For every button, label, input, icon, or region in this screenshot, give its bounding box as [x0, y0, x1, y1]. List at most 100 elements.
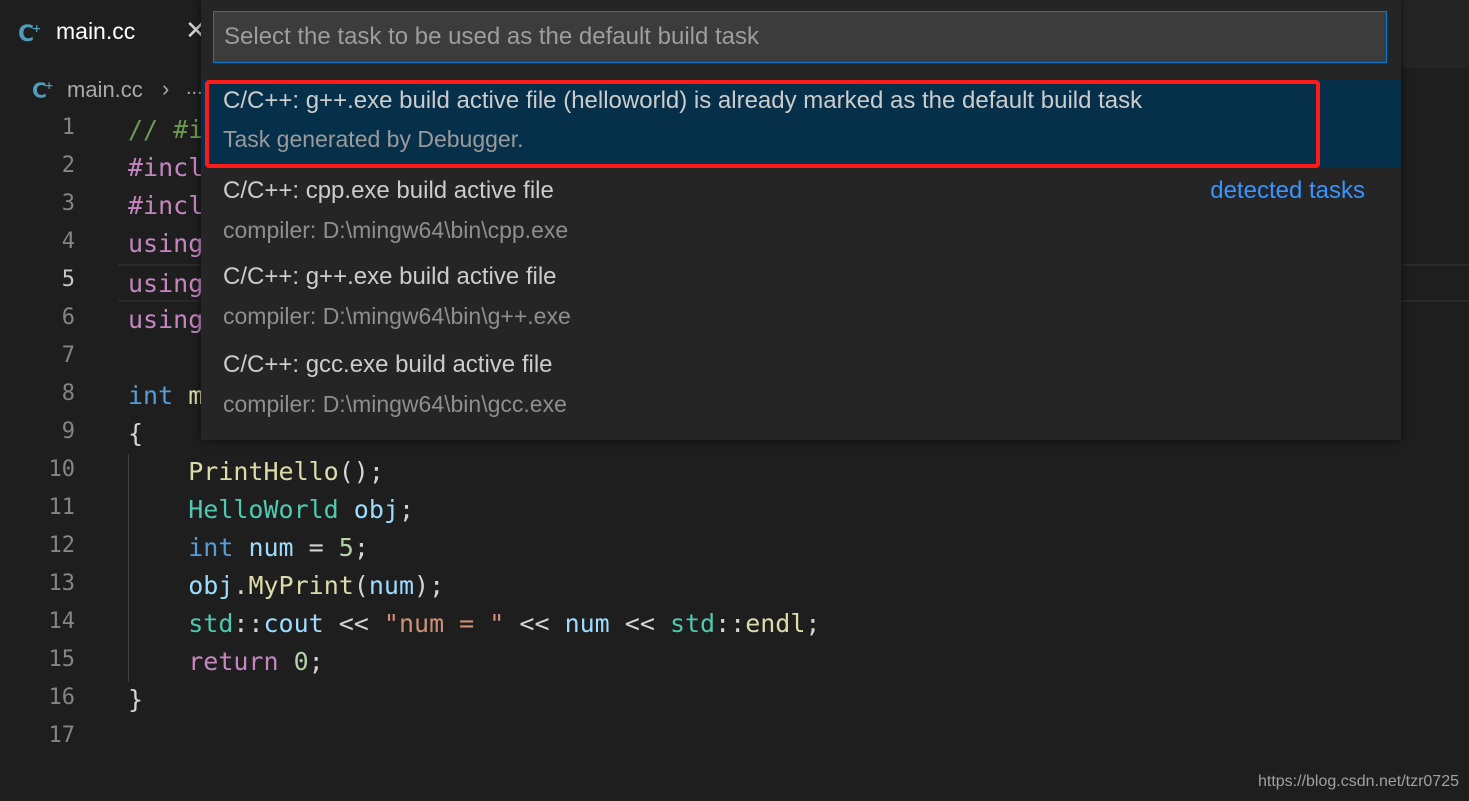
code-token: return	[188, 647, 279, 676]
code-token: std	[669, 609, 716, 638]
quick-pick-item[interactable]: C/C++: g++.exe build active file compiler…	[201, 257, 1401, 343]
code-text: {	[128, 419, 143, 448]
code-line[interactable]: 17	[0, 720, 1469, 758]
line-number: 14	[48, 609, 76, 634]
code-token: obj	[353, 495, 399, 524]
code-line[interactable]: 11 HelloWorld obj;	[0, 492, 1469, 530]
code-token: <<	[609, 609, 670, 638]
svg-text:+: +	[32, 22, 41, 35]
line-number: 17	[48, 723, 76, 748]
quick-pick-item-label: C/C++: g++.exe build active file	[223, 263, 557, 290]
code-token: ::	[715, 609, 746, 638]
code-token: ;	[353, 533, 369, 562]
code-token: using	[128, 229, 204, 258]
tab-main-cc[interactable]: C + main.cc ✕	[0, 0, 212, 68]
code-token: <<	[504, 609, 565, 638]
code-line-content: PrintHello();	[118, 454, 1469, 492]
quick-pick-item-label: C/C++: gcc.exe build active file	[223, 351, 553, 378]
line-number: 12	[48, 533, 76, 558]
code-line[interactable]: 16}	[0, 682, 1469, 720]
line-number: 16	[48, 685, 76, 710]
code-line-content: std::cout << "num = " << num << std::end…	[118, 606, 1469, 644]
code-line[interactable]: 14 std::cout << "num = " << num << std::…	[0, 606, 1469, 644]
code-line-content: HelloWorld obj;	[118, 492, 1469, 530]
code-token: endl	[745, 609, 806, 638]
code-line-content	[118, 720, 1469, 758]
line-number: 7	[61, 343, 75, 368]
code-line[interactable]: 12 int num = 5;	[0, 530, 1469, 568]
code-text: int num = 5;	[128, 533, 369, 562]
code-line[interactable]: 10 PrintHello();	[0, 454, 1469, 492]
code-text: return 0;	[128, 647, 324, 676]
code-token: ;	[308, 647, 324, 676]
code-token: num	[564, 609, 610, 638]
quick-pick-group-label: detected tasks	[1210, 177, 1365, 204]
code-token: num	[248, 533, 294, 562]
line-number: 3	[61, 191, 75, 216]
line-number: 6	[61, 305, 75, 330]
code-text: HelloWorld obj;	[128, 495, 414, 524]
line-number: 11	[48, 495, 76, 520]
code-token: std	[188, 609, 234, 638]
code-line[interactable]: 15 return 0;	[0, 644, 1469, 682]
code-token: (	[353, 571, 369, 600]
quick-pick-item[interactable]: C/C++: cpp.exe build active file compiler…	[201, 171, 1401, 255]
code-token: 0	[293, 647, 309, 676]
code-line[interactable]: 13 obj.MyPrint(num);	[0, 568, 1469, 606]
quick-pick-item-detail: compiler: D:\mingw64\bin\g++.exe	[223, 303, 571, 329]
line-number: 15	[48, 647, 76, 672]
code-token: num	[368, 571, 415, 600]
code-token: ();	[338, 457, 384, 486]
code-token: );	[414, 571, 445, 600]
line-number: 9	[61, 419, 75, 444]
code-text: // #i	[128, 115, 203, 144]
code-text: }	[128, 685, 143, 714]
code-text: #incl	[128, 153, 203, 182]
code-line-content: return 0;	[118, 644, 1469, 682]
breadcrumb-file[interactable]: main.cc	[67, 77, 143, 103]
cpp-file-icon: C +	[18, 22, 41, 46]
line-number: 5	[61, 267, 75, 292]
quick-pick-item-label: C/C++: cpp.exe build active file	[223, 177, 554, 204]
quick-pick-item-detail: compiler: D:\mingw64\bin\gcc.exe	[223, 391, 567, 417]
code-token: }	[128, 685, 144, 714]
quick-pick-item-detail: compiler: D:\mingw64\bin\cpp.exe	[223, 217, 569, 243]
code-token: int	[128, 381, 174, 410]
code-token: ::	[233, 609, 264, 638]
code-token: // #i	[128, 115, 204, 144]
line-number: 2	[61, 153, 75, 178]
watermark: https://blog.csdn.net/tzr0725	[1257, 773, 1459, 790]
code-token: "num = "	[383, 609, 505, 638]
quick-pick-item-detail: Task generated by Debugger.	[223, 126, 524, 152]
code-token: PrintHello	[188, 457, 339, 486]
code-token: ;	[805, 609, 821, 638]
line-number: 10	[48, 457, 76, 482]
line-number: 13	[48, 571, 76, 596]
quick-pick-item-label: C/C++: g++.exe build active file (hellow…	[223, 87, 1143, 114]
code-text: int m	[128, 381, 203, 410]
quick-pick-input[interactable]	[213, 11, 1387, 63]
code-token: using	[128, 269, 204, 298]
quick-pick-item[interactable]: C/C++: gcc.exe build active file compiler…	[201, 345, 1401, 431]
code-token: #incl	[128, 153, 204, 182]
code-text: using	[128, 269, 203, 298]
code-token: using	[128, 305, 204, 334]
code-line-content: obj.MyPrint(num);	[118, 568, 1469, 606]
code-token: #incl	[128, 191, 204, 220]
code-token: cout	[263, 609, 324, 638]
indent-guide	[128, 454, 129, 682]
code-token: MyPrint	[248, 571, 354, 600]
cpp-file-icon: C +	[32, 78, 53, 102]
quick-pick-item[interactable]: C/C++: g++.exe build active file (hellow…	[201, 79, 1401, 167]
code-token: ;	[398, 495, 415, 524]
code-token: int	[188, 533, 234, 562]
tab-label: main.cc	[56, 18, 136, 44]
